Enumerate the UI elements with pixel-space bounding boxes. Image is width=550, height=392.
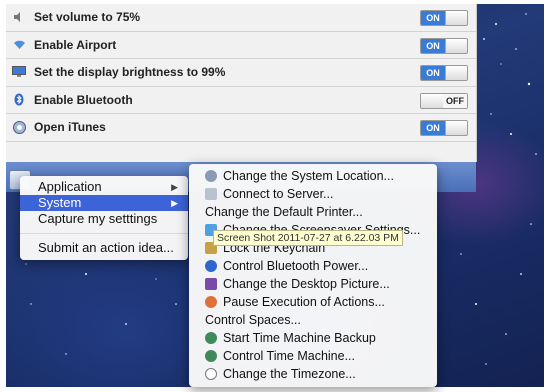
toggle-state: ON <box>421 38 445 53</box>
menu-item-label: Application <box>38 179 102 194</box>
tooltip: Screen Shot 2011-07-27 at 6.22.03 PM <box>213 230 403 246</box>
menu-separator <box>20 233 188 234</box>
submenu-item-connect-server[interactable]: Connect to Server... <box>189 185 437 203</box>
toggle-switch[interactable]: ON <box>420 65 468 81</box>
toggle-switch[interactable]: ON <box>420 10 468 26</box>
submenu-item-pause-actions[interactable]: Pause Execution of Actions... <box>189 293 437 311</box>
pause-icon <box>205 296 217 308</box>
toggle-state: ON <box>421 11 445 25</box>
speaker-icon <box>12 10 26 24</box>
toggle-knob <box>445 11 467 25</box>
submenu-item-label: Change the Desktop Picture... <box>223 277 390 291</box>
submenu-item-label: Pause Execution of Actions... <box>223 295 385 309</box>
toggle-switch[interactable]: OFF <box>420 92 468 109</box>
action-label: Set the display brightness to 99% <box>34 65 226 80</box>
submenu-item-desktop-picture[interactable]: Change the Desktop Picture... <box>189 275 437 293</box>
submenu-item-start-backup[interactable]: Start Time Machine Backup <box>189 329 437 347</box>
submenu-item-label: Change the System Location... <box>223 169 394 183</box>
toggle-state: ON <box>421 66 445 80</box>
system-submenu: Change the System Location... Connect to… <box>189 164 437 387</box>
menu-item-label: Capture my setttings <box>38 211 158 226</box>
action-row-brightness: Set the display brightness to 99% ON <box>6 59 476 87</box>
desktop-picture-icon <box>205 278 217 290</box>
time-machine-icon <box>205 332 217 344</box>
action-row-volume: Set volume to 75% ON <box>6 4 476 32</box>
submenu-item-label: Control Spaces... <box>205 313 301 327</box>
submenu-item-label: Start Time Machine Backup <box>223 331 376 345</box>
submenu-item-timezone[interactable]: Change the Timezone... <box>189 365 437 383</box>
toggle-state: ON <box>421 121 445 135</box>
airport-icon <box>12 38 26 52</box>
network-icon <box>205 170 217 182</box>
server-icon <box>205 188 217 200</box>
menu-item-capture-settings[interactable]: Capture my setttings <box>20 211 188 227</box>
itunes-icon <box>12 120 26 134</box>
toggle-knob <box>421 93 444 108</box>
action-row-itunes: Open iTunes ON <box>6 114 476 142</box>
menu-item-application[interactable]: Application ▶ <box>20 179 188 195</box>
action-label: Open iTunes <box>34 120 106 135</box>
toggle-knob <box>445 66 467 80</box>
submenu-item-label: Control Time Machine... <box>223 349 355 363</box>
toggle-knob <box>445 38 467 53</box>
time-machine-icon <box>205 350 217 362</box>
submenu-item-control-time-machine[interactable]: Control Time Machine... <box>189 347 437 365</box>
toggle-switch[interactable]: ON <box>420 120 468 136</box>
action-label: Enable Bluetooth <box>34 92 133 107</box>
menu-item-submit-idea[interactable]: Submit an action idea... <box>20 240 188 256</box>
action-label: Enable Airport <box>34 37 117 52</box>
submenu-arrow-icon: ▶ <box>171 198 178 208</box>
toggle-switch[interactable]: ON <box>420 37 468 54</box>
submenu-item-label: Connect to Server... <box>223 187 334 201</box>
menu-item-system[interactable]: System ▶ <box>20 195 188 211</box>
toggle-state: OFF <box>443 93 467 108</box>
action-row-bluetooth: Enable Bluetooth OFF <box>6 87 476 114</box>
submenu-item-label: Change the Default Printer... <box>205 205 363 219</box>
submenu-item-default-printer[interactable]: Change the Default Printer... <box>189 203 437 221</box>
submenu-item-control-spaces[interactable]: Control Spaces... <box>189 311 437 329</box>
submenu-arrow-icon: ▶ <box>171 182 178 192</box>
menu-item-label: System <box>38 195 82 210</box>
submenu-item-bluetooth-power[interactable]: Control Bluetooth Power... <box>189 257 437 275</box>
display-icon <box>12 65 26 79</box>
submenu-item-system-location[interactable]: Change the System Location... <box>189 167 437 185</box>
menu-item-label: Submit an action idea... <box>38 240 174 255</box>
bluetooth-icon <box>12 93 26 107</box>
bluetooth-icon <box>205 260 217 272</box>
action-row-airport: Enable Airport ON <box>6 32 476 59</box>
clock-icon <box>205 368 217 380</box>
submenu-item-label: Control Bluetooth Power... <box>223 259 369 273</box>
submenu-item-label: Change the Timezone... <box>223 367 356 381</box>
context-menu: Application ▶ System ▶ Capture my settti… <box>20 176 188 260</box>
actions-panel: Set volume to 75% ON Enable Airport ON S… <box>6 4 477 162</box>
toggle-knob <box>445 121 467 135</box>
action-label: Set volume to 75% <box>34 10 141 25</box>
